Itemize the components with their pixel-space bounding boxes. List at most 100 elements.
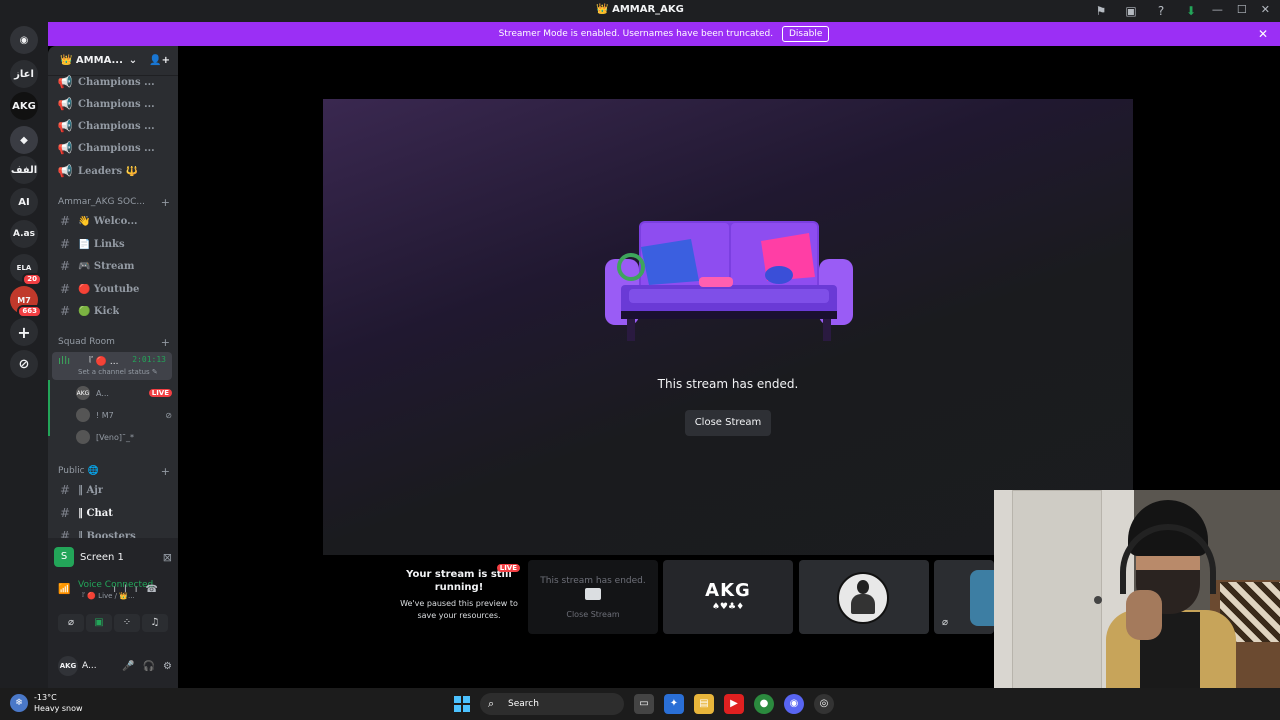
explore-icon[interactable]: ⊘ <box>10 350 38 378</box>
discord-home-icon[interactable]: ◉ <box>10 26 38 54</box>
channel-stage-1[interactable]: 📢 Champions ... <box>56 94 172 114</box>
channel-label: 📄 Links <box>78 238 125 250</box>
voice-user-1[interactable]: ! M7 ⊘ <box>76 406 172 424</box>
server-label: ◆ <box>20 134 28 146</box>
discord-icon[interactable]: ◉ <box>784 694 804 714</box>
server-rail: ◉ اعاز AKG ◆ الفف AI A.as ELA 20 M7 663 + … <box>0 22 48 688</box>
channel-ajr[interactable]: # ‖ Ajr <box>56 480 172 500</box>
noise-icon[interactable]: ılı <box>113 584 145 595</box>
voice-controls: ⌀ ▣ ⁘ ♫ <box>58 614 168 632</box>
server-label: A.as <box>13 229 35 239</box>
channel-stage-0[interactable]: 📢 Champions ... <box>56 72 172 92</box>
server-label: AKG <box>12 100 36 112</box>
inbox-icon[interactable]: ▣ <box>1122 3 1140 19</box>
disconnect-icon[interactable]: ☎ <box>146 584 166 595</box>
voice-user-0[interactable]: AKG A... LIVE <box>76 384 172 402</box>
channel-youtube[interactable]: # 🔴 Youtube <box>56 279 172 299</box>
chrome-icon[interactable]: ● <box>754 694 774 714</box>
stop-share-icon[interactable]: ⊠ <box>163 551 172 564</box>
close-stream-button[interactable]: Close Stream <box>685 410 771 436</box>
server-icon-6[interactable]: ELA 20 <box>10 254 42 286</box>
close-window-icon[interactable]: ✕ <box>1261 3 1270 16</box>
stage-icon: 📢 <box>57 141 73 155</box>
hash-icon: # <box>59 214 71 228</box>
obs-icon[interactable]: ◎ <box>814 694 834 714</box>
stage-icon: 📢 <box>57 164 73 178</box>
channel-links[interactable]: # 📄 Links <box>56 234 172 254</box>
invite-icon[interactable]: 👤+ <box>149 55 170 66</box>
channel-stage-2[interactable]: 📢 Champions ... <box>56 116 172 136</box>
activities-icon[interactable]: ⁘ <box>114 614 140 632</box>
server-icon-5[interactable]: A.as <box>10 220 38 248</box>
screen-share-panel[interactable]: S Screen 1 ⊠ <box>54 544 172 570</box>
youtube-icon[interactable]: ▶ <box>724 694 744 714</box>
monitor-icon <box>585 588 601 600</box>
server-icon-1[interactable]: AKG <box>10 92 38 120</box>
settings-gear-icon[interactable]: ⚙ <box>163 661 172 672</box>
add-channel-icon[interactable]: + <box>161 465 170 478</box>
channel-stream[interactable]: # 🎮 Stream <box>56 256 172 276</box>
headphones-icon[interactable]: 🎧 <box>143 661 155 672</box>
weather-condition: Heavy snow <box>34 704 83 713</box>
avatar-head <box>857 580 869 594</box>
flag-icon[interactable]: ⚑ <box>1092 3 1110 19</box>
soundboard-icon[interactable]: ♫ <box>142 614 168 632</box>
microphone-icon[interactable]: 🎤 <box>122 661 134 672</box>
add-channel-icon[interactable]: + <box>161 336 170 349</box>
door-knob <box>1094 596 1102 604</box>
user-names[interactable]: A... <box>82 661 97 671</box>
streamer-figure <box>1106 500 1236 720</box>
download-icon[interactable]: ⬇ <box>1182 3 1200 19</box>
add-server-icon[interactable]: + <box>10 318 38 346</box>
server-icon-4[interactable]: AI <box>10 188 38 216</box>
voice-actions: ılı☎ <box>113 584 166 595</box>
help-icon[interactable]: ? <box>1152 3 1170 19</box>
server-icon-2[interactable]: ◆ <box>10 126 38 154</box>
share-screen-button[interactable]: ▣ <box>86 614 112 632</box>
title-bar: 👑 AMMAR_AKG ⚑ ▣ ? ⬇ — ☐ ✕ <box>0 0 1280 22</box>
channel-stage-4[interactable]: 📢 Leaders 🔱 <box>56 161 172 181</box>
banner-close-icon[interactable]: ✕ <box>1258 22 1268 46</box>
stage-icon: 📢 <box>57 97 73 111</box>
channel-label: Champions ... <box>78 76 155 88</box>
voice-channel-active[interactable]: ıllı 『 🔴 ... 2:01:13 Set a channel statu… <box>52 352 172 380</box>
channel-welcome[interactable]: # 👋 Welco... <box>56 211 172 231</box>
maximize-icon[interactable]: ☐ <box>1237 3 1247 16</box>
channel-status[interactable]: Set a channel status ✎ <box>78 368 158 376</box>
copilot-icon[interactable]: ✦ <box>664 694 684 714</box>
channel-chat[interactable]: # ‖ Chat <box>56 503 172 523</box>
participant-tile-user[interactable] <box>799 560 929 634</box>
camera-off-icon[interactable]: ⌀ <box>58 614 84 632</box>
server-icon-0[interactable]: اعاز <box>10 60 38 88</box>
disable-button[interactable]: Disable <box>781 26 830 42</box>
weather-widget[interactable]: ❄ -13°C Heavy snow <box>10 692 83 714</box>
taskbar-search[interactable]: ⌕ Search <box>480 693 624 715</box>
minimize-icon[interactable]: — <box>1212 3 1223 16</box>
channel-stage-3[interactable]: 📢 Champions ... <box>56 138 172 158</box>
server-icon-3[interactable]: الفف <box>10 156 38 184</box>
category-public[interactable]: Public 🌐 + <box>58 464 170 478</box>
hash-icon: # <box>59 259 71 273</box>
avatar <box>76 408 90 422</box>
voice-user-2[interactable]: [Veno]˜_* <box>76 428 172 446</box>
taskbar-apps: ▭ ✦ ▤ ▶ ● ◉ ◎ <box>634 694 834 714</box>
user-avatar[interactable]: AKG <box>58 656 78 676</box>
tile-close-stream[interactable]: Close Stream <box>528 610 658 619</box>
add-channel-icon[interactable]: + <box>161 196 170 209</box>
channel-label: Leaders 🔱 <box>78 165 139 177</box>
file-explorer-icon[interactable]: ▤ <box>694 694 714 714</box>
category-squad[interactable]: Squad Room + <box>58 335 170 349</box>
participant-tile-akg[interactable]: AKG ♠♥♣♦ <box>663 560 793 634</box>
channel-kick[interactable]: # 🟢 Kick <box>56 301 172 321</box>
participant-tile-ended[interactable]: This stream has ended. Close Stream <box>528 560 658 634</box>
windows-start-icon[interactable] <box>454 696 470 712</box>
streamer-mode-banner: Streamer Mode is enabled. Usernames have… <box>48 22 1280 46</box>
screen-label: Screen 1 <box>80 551 124 563</box>
voice-user-name: [Veno]˜_* <box>96 432 134 442</box>
participant-tile-partial[interactable]: ⌀ <box>934 560 994 634</box>
server-icon-7[interactable]: M7 663 <box>10 286 42 318</box>
task-view-icon[interactable]: ▭ <box>634 694 654 714</box>
chevron-down-icon: ⌄ <box>128 55 138 66</box>
webcam-door <box>1012 490 1102 720</box>
category-social[interactable]: Ammar_AKG SOC... + <box>58 195 170 209</box>
